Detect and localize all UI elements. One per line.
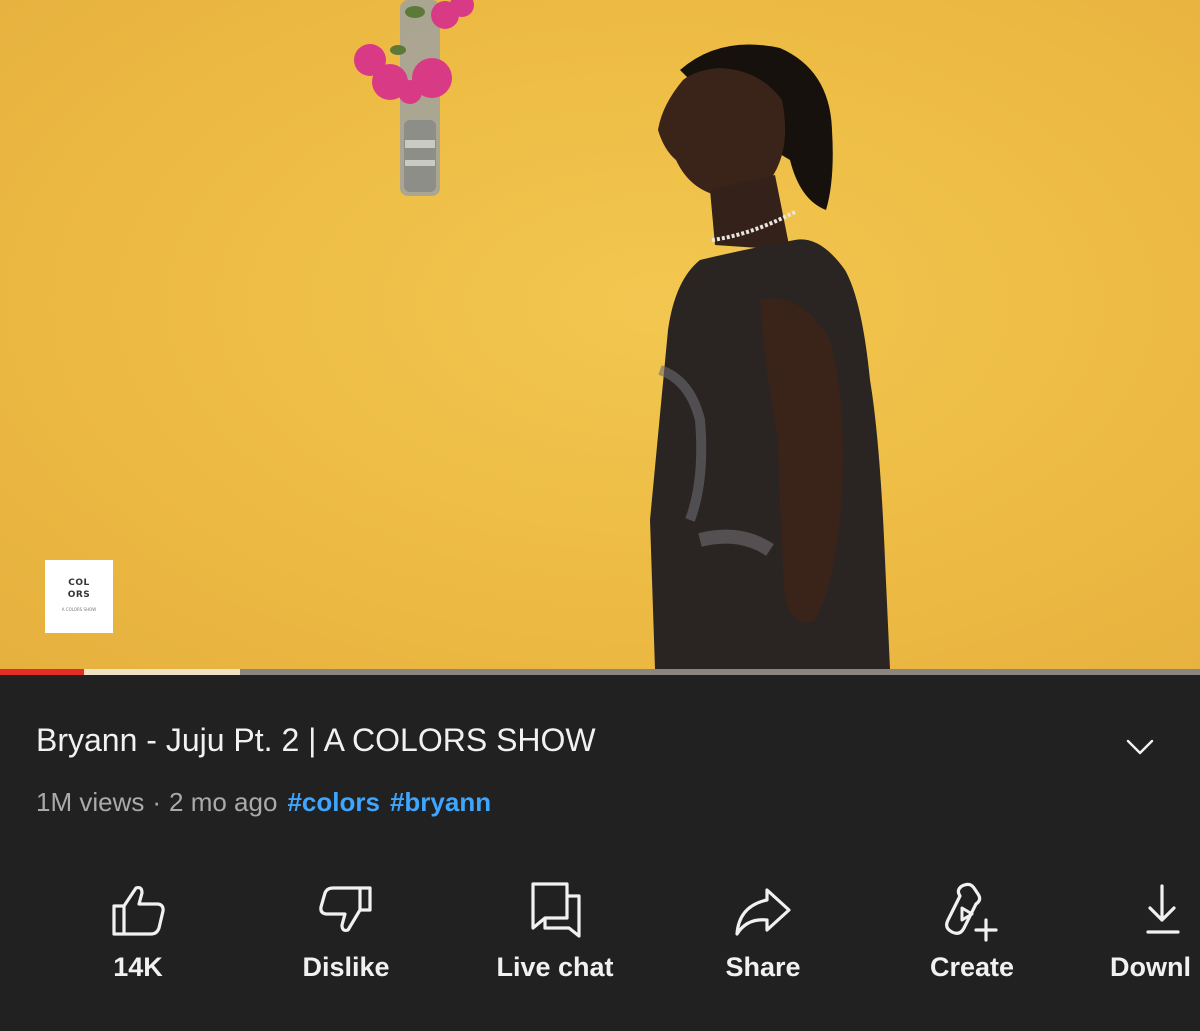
dislike-button[interactable]: Dislike bbox=[256, 870, 436, 1000]
action-bar: 14K Dislike Live chat Share Create Downl bbox=[0, 870, 1200, 1020]
progress-bar[interactable] bbox=[0, 669, 1200, 675]
share-icon bbox=[731, 870, 795, 950]
video-title[interactable]: Bryann - Juju Pt. 2 | A COLORS SHOW bbox=[36, 722, 596, 759]
video-frame bbox=[354, 0, 890, 669]
meta-separator: · bbox=[152, 787, 162, 817]
download-icon bbox=[1144, 870, 1184, 950]
like-count: 14K bbox=[113, 952, 163, 982]
watermark-subtext: A COLORS SHOW bbox=[61, 607, 97, 612]
thumbs-down-icon bbox=[316, 870, 376, 950]
create-icon bbox=[940, 870, 1004, 950]
video-player[interactable]: COL ORS A COLORS SHOW bbox=[0, 0, 1200, 675]
dislike-label: Dislike bbox=[302, 952, 390, 982]
chevron-down-icon bbox=[1126, 739, 1154, 755]
hashtag-link[interactable]: #colors bbox=[287, 787, 380, 817]
watermark-line-1: COL bbox=[68, 578, 90, 588]
video-meta: 1M views · 2 mo ago #colors #bryann bbox=[36, 787, 491, 818]
watermark-line-2: ORS bbox=[67, 590, 91, 600]
create-label: Create bbox=[929, 952, 1015, 982]
like-button[interactable]: 14K bbox=[48, 870, 228, 1000]
live-chat-label: Live chat bbox=[496, 952, 614, 982]
view-count: 1M views bbox=[36, 787, 145, 817]
upload-age: 2 mo ago bbox=[169, 787, 278, 817]
share-button[interactable]: Share bbox=[673, 870, 853, 1000]
download-button[interactable]: Downl bbox=[1090, 870, 1200, 1000]
create-button[interactable]: Create bbox=[882, 870, 1062, 1000]
live-chat-button[interactable]: Live chat bbox=[465, 870, 645, 1000]
share-label: Share bbox=[725, 952, 801, 982]
thumbs-up-icon bbox=[108, 870, 168, 950]
chat-icon bbox=[525, 870, 585, 950]
channel-watermark: COL ORS A COLORS SHOW bbox=[45, 560, 113, 633]
expand-description-button[interactable] bbox=[1120, 730, 1160, 764]
download-label: Downl bbox=[1110, 952, 1191, 982]
hashtag-link[interactable]: #bryann bbox=[390, 787, 491, 817]
progress-played bbox=[0, 669, 84, 675]
